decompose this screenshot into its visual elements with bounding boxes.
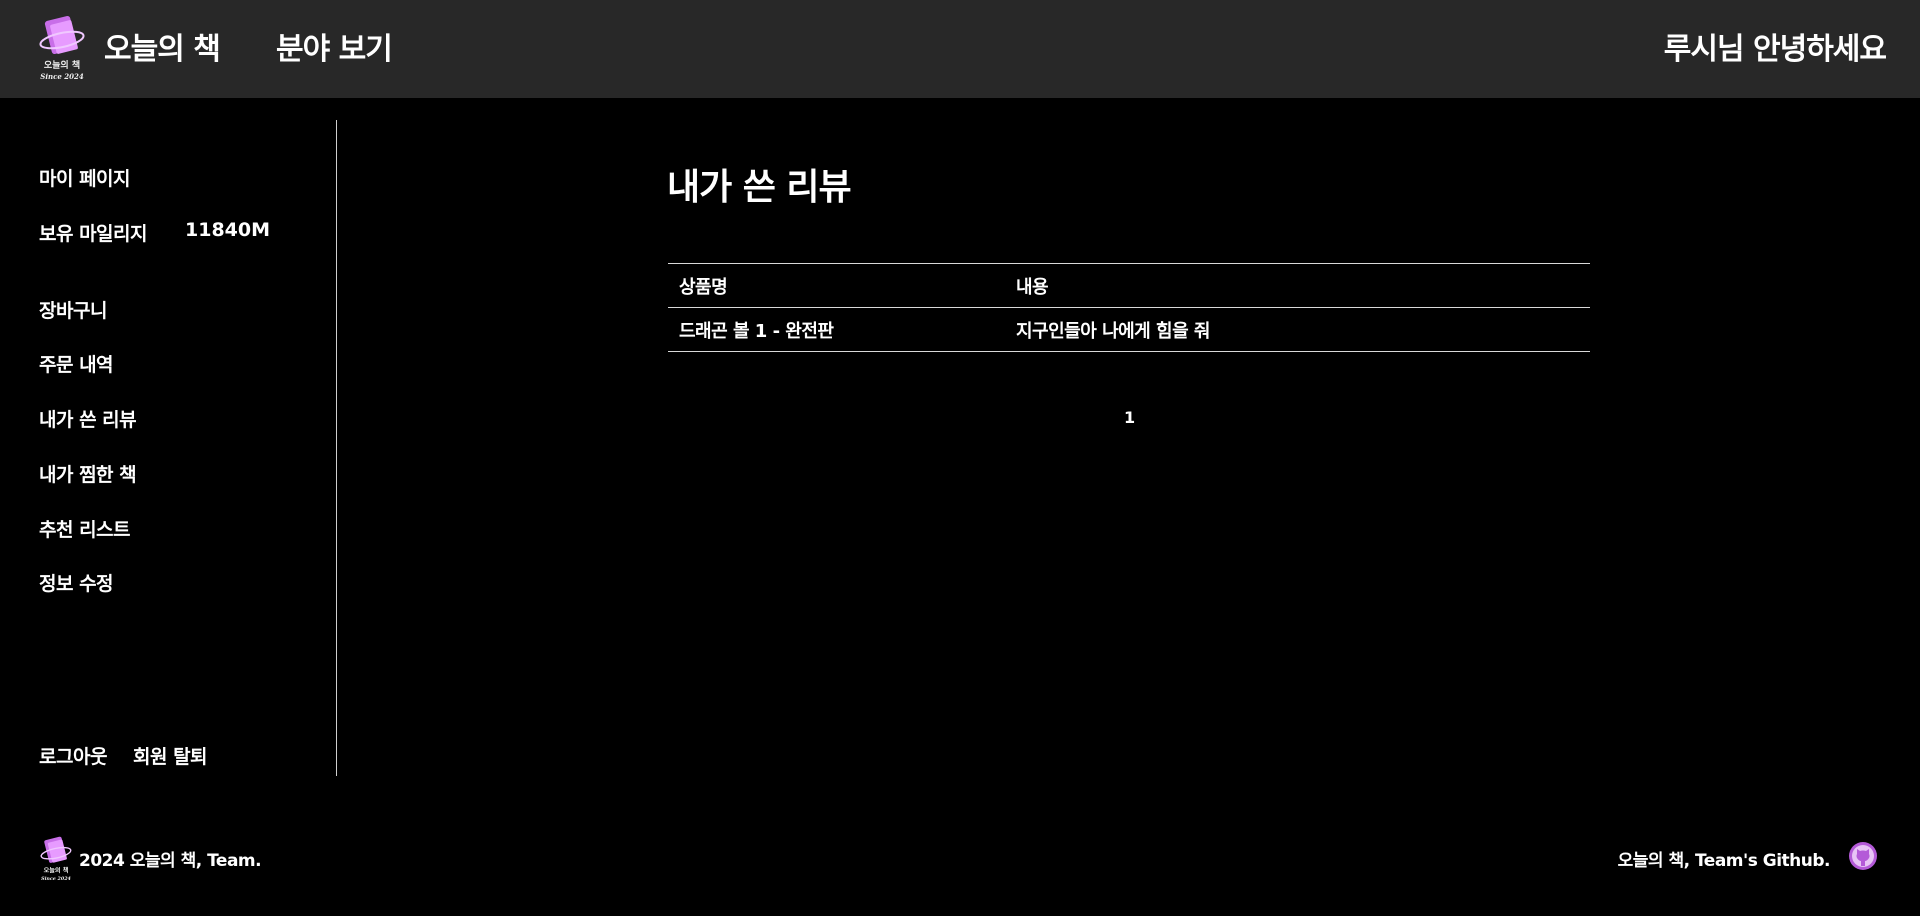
footer-logo-text: 오늘의 책 bbox=[44, 866, 69, 874]
review-content-cell[interactable]: 지구인들아 나에게 힘을 줘 bbox=[1005, 307, 1590, 352]
review-product-cell[interactable]: 드래곤 볼 1 - 완전판 bbox=[668, 307, 1005, 352]
withdraw-link[interactable]: 회원 탈퇴 bbox=[133, 742, 208, 769]
sidebar-item-wishlist[interactable]: 내가 찜한 책 bbox=[39, 460, 137, 487]
table-row[interactable]: 드래곤 볼 1 - 완전판 지구인들아 나에게 힘을 줘 bbox=[668, 307, 1590, 352]
logo-text: 오늘의 책 bbox=[44, 59, 80, 71]
review-table: 상품명 내용 드래곤 볼 1 - 완전판 지구인들아 나에게 힘을 줘 bbox=[668, 263, 1590, 352]
sidebar-divider bbox=[336, 120, 337, 776]
nav-genre-link[interactable]: 분야 보기 bbox=[276, 24, 393, 68]
pagination-page-1[interactable]: 1 bbox=[1124, 408, 1135, 427]
page-title: 내가 쓴 리뷰 bbox=[667, 167, 852, 208]
book-logo-icon[interactable]: 오늘의 책 Since 2024 bbox=[36, 12, 88, 82]
sidebar-item-my-reviews[interactable]: 내가 쓴 리뷰 bbox=[39, 405, 137, 432]
column-header-product: 상품명 bbox=[668, 263, 1005, 308]
user-greeting: 루시님 안녕하세요 bbox=[1663, 32, 1887, 67]
sidebar-item-edit-info[interactable]: 정보 수정 bbox=[39, 569, 114, 596]
sidebar-item-recommend[interactable]: 추천 리스트 bbox=[39, 515, 131, 542]
footer-github-text: 오늘의 책, Team's Github. bbox=[1617, 851, 1831, 871]
sidebar-my-page-title: 마이 페이지 bbox=[39, 168, 131, 190]
footer-book-logo-icon: 오늘의 책 Since 2024 bbox=[40, 836, 72, 882]
sidebar-item-cart[interactable]: 장바구니 bbox=[39, 296, 107, 323]
top-header: 오늘의 책 Since 2024 오늘의 책 분야 보기 루시님 안녕하세요 bbox=[0, 0, 1920, 98]
brand-title[interactable]: 오늘의 책 bbox=[104, 24, 221, 68]
logo-since-text: Since 2024 bbox=[40, 72, 84, 81]
github-icon[interactable] bbox=[1849, 842, 1877, 870]
footer-copyright: 2024 오늘의 책, Team. bbox=[79, 851, 262, 871]
footer-logo-since-text: Since 2024 bbox=[41, 876, 71, 882]
column-header-content: 내용 bbox=[1005, 263, 1590, 308]
mileage-label: 보유 마일리지 bbox=[39, 223, 148, 245]
table-header-row: 상품명 내용 bbox=[668, 263, 1590, 308]
sidebar-item-orders[interactable]: 주문 내역 bbox=[39, 350, 114, 377]
mileage-value: 11840M bbox=[185, 219, 271, 241]
logout-link[interactable]: 로그아웃 bbox=[39, 742, 107, 769]
